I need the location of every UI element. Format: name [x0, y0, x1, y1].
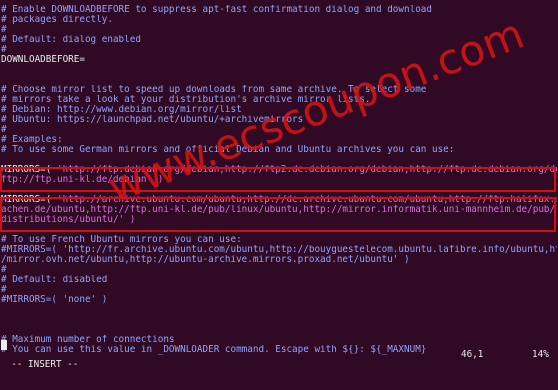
editor-line[interactable]: #: [1, 285, 557, 295]
editor-line[interactable]: [1, 65, 557, 75]
editor-line[interactable]: [1, 155, 557, 165]
editor-line[interactable]: [1, 305, 557, 315]
editor-line[interactable]: # Maximum number of connections: [1, 335, 557, 345]
editor-line[interactable]: # Examples:: [1, 135, 557, 145]
highlight-box-ubuntu-mirrors: [0, 197, 556, 232]
editor-line[interactable]: [1, 325, 557, 335]
text-cursor: [1, 340, 7, 350]
editor-line[interactable]: # Ubuntu: https://launchpad.net/ubuntu/+…: [1, 115, 557, 125]
editor-line[interactable]: # To use some German mirrors and officia…: [1, 145, 557, 155]
editor-line[interactable]: # Enable DOWNLOADBEFORE to suppress apt-…: [1, 5, 557, 15]
editor-line[interactable]: #: [1, 125, 557, 135]
highlight-box-debian-mirrors: [0, 167, 556, 192]
status-line: -- INSERT -- 46,1 14%: [0, 349, 558, 370]
editor-line[interactable]: DOWNLOADBEFORE=: [1, 55, 557, 65]
scroll-percent: 14%: [532, 349, 549, 360]
cursor-position: 46,1: [461, 349, 484, 360]
editor-line[interactable]: # mirrors take a look at your distributi…: [1, 95, 557, 105]
editor-line[interactable]: # Default: dialog enabled: [1, 35, 557, 45]
editor-line[interactable]: [1, 75, 557, 85]
editor-line[interactable]: # Default: disabled: [1, 275, 557, 285]
editor-line[interactable]: #MIRRORS=( 'none' ): [1, 295, 557, 305]
editor-line[interactable]: /mirror.ovh.net/ubuntu,http://ubuntu-arc…: [1, 255, 557, 265]
editor-line[interactable]: # packages directly.: [1, 15, 557, 25]
editor-line[interactable]: #MIRRORS=( 'http://fr.archive.ubuntu.com…: [1, 245, 557, 255]
editor-line[interactable]: # Debian: http://www.debian.org/mirror/l…: [1, 105, 557, 115]
editor-line[interactable]: [1, 315, 557, 325]
editor-line[interactable]: #: [1, 45, 557, 55]
editor-line[interactable]: # To use French Ubuntu mirrors you can u…: [1, 235, 557, 245]
editor-line[interactable]: #: [1, 265, 557, 275]
editor-line[interactable]: # Choose mirror list to speed up downloa…: [1, 85, 557, 95]
mode-indicator: -- INSERT --: [11, 359, 79, 370]
editor-line[interactable]: #: [1, 25, 557, 35]
